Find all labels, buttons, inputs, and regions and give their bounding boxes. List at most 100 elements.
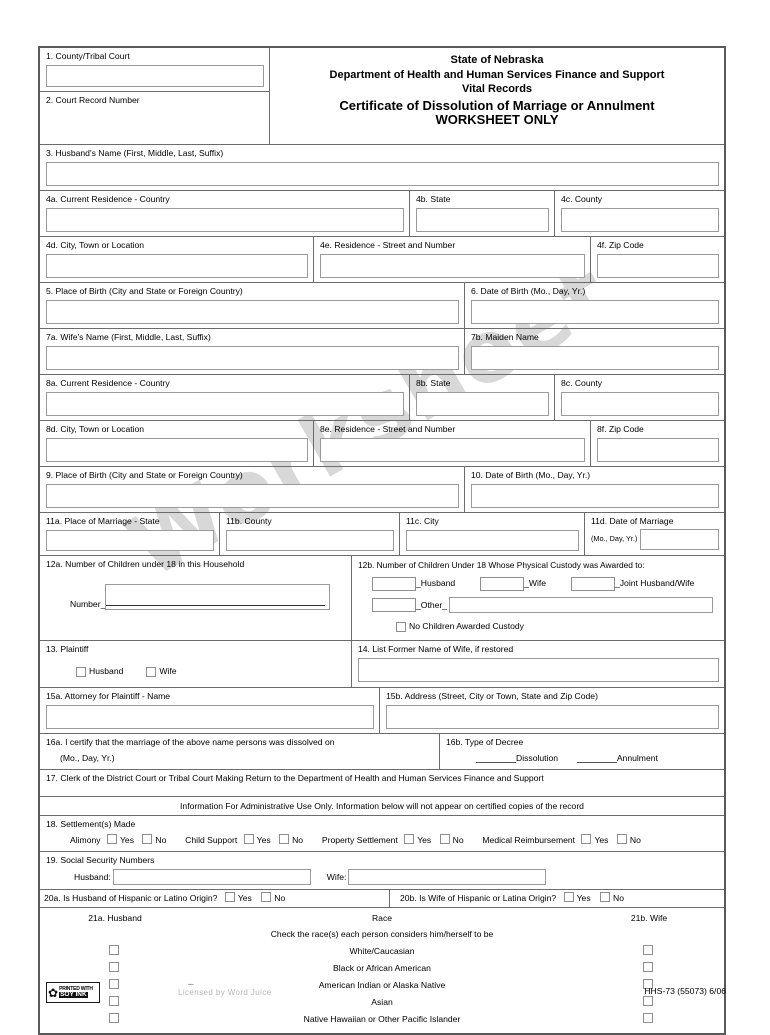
county-tribal-court-input[interactable] [46,65,264,87]
ssn-wife-input[interactable] [348,869,547,886]
husband-residence-country-input[interactable] [46,208,404,232]
field-8f-zip[interactable]: 8f. Zip Code [591,421,724,466]
field-4c-county[interactable]: 4c. County [555,191,724,236]
field-6-date-of-birth[interactable]: 6. Date of Birth (Mo., Day, Yr.) [465,283,724,328]
property-yes-checkbox[interactable] [404,834,415,844]
row-wife-name: 7a. Wife's Name (First, Middle, Last, Su… [40,329,724,375]
plaintiff-wife-label: Wife [159,666,177,677]
attorney-address-input[interactable] [386,705,719,729]
custody-none-row[interactable]: No Children Awarded Custody [396,618,719,636]
husband-hispanic-no-checkbox[interactable] [261,892,272,903]
field-label: 15a. Attorney for Plaintiff - Name [46,691,171,701]
former-name-input[interactable] [358,658,719,682]
field-7a-wife-name[interactable]: 7a. Wife's Name (First, Middle, Last, Su… [40,329,465,374]
wife-birthplace-input[interactable] [46,484,459,508]
field-18-settlements: 18. Settlement(s) Made Alimony Yes No Ch… [40,816,724,851]
field-4a-current-residence-country[interactable]: 4a. Current Residence - Country [40,191,410,236]
field-7b-maiden-name[interactable]: 7b. Maiden Name [465,329,724,374]
field-11b-county[interactable]: 11b. County [220,513,400,555]
row-hispanic-origin: 20a. Is Husband of Hispanic or Latino Or… [40,890,724,909]
field-5-place-of-birth[interactable]: 5. Place of Birth (City and State or For… [40,283,465,328]
marriage-city-input[interactable] [406,530,579,551]
field-county-tribal-court[interactable]: 1. County/Tribal Court [40,48,269,92]
field-label: 18. Settlement(s) Made [46,819,136,829]
field-11c-city[interactable]: 11c. City [400,513,585,555]
alimony-no-checkbox[interactable] [142,834,153,844]
custody-other-text-input[interactable] [449,597,713,613]
custody-joint-input[interactable] [570,577,615,591]
attorney-name-input[interactable] [46,705,374,729]
wife-state-input[interactable] [416,392,549,416]
field-15b-attorney-address[interactable]: 15b. Address (Street, City or Town, Stat… [380,688,724,733]
husband-name-input[interactable] [46,162,719,186]
no-children-awarded-checkbox[interactable] [396,622,406,632]
child-support-yes-checkbox[interactable] [243,834,254,844]
wife-hispanic-yes-checkbox[interactable] [563,892,574,903]
annulment-blank[interactable] [576,753,617,763]
alimony-yes-checkbox[interactable] [106,834,117,844]
custody-other-count-input[interactable] [372,598,416,612]
race-husband-checkbox-1[interactable] [108,962,119,973]
wife-hispanic-no-checkbox[interactable] [600,892,611,903]
marriage-state-input[interactable] [46,530,214,551]
husband-hispanic-yes-checkbox[interactable] [224,892,235,903]
children-count-input[interactable] [105,584,330,610]
marriage-county-input[interactable] [226,530,394,551]
husband-birthplace-input[interactable] [46,300,459,324]
field-4d-city-town[interactable]: 4d. City, Town or Location [40,237,314,282]
field-label: 8c. County [561,378,603,388]
wife-city-input[interactable] [46,438,308,462]
child-support-no-checkbox[interactable] [279,834,290,844]
property-no-checkbox[interactable] [439,834,450,844]
plaintiff-husband-checkbox[interactable] [76,667,86,677]
field-4f-zip[interactable]: 4f. Zip Code [591,237,724,282]
row-husband-birth: 5. Place of Birth (City and State or For… [40,283,724,329]
field-court-record-number[interactable]: 2. Court Record Number [40,92,269,144]
field-8a-current-residence-country[interactable]: 8a. Current Residence - Country [40,375,410,420]
husband-county-input[interactable] [561,208,719,232]
race-wife-checkbox-0[interactable] [642,945,653,956]
field-8d-city-town[interactable]: 8d. City, Town or Location [40,421,314,466]
field-8b-state[interactable]: 8b. State [410,375,555,420]
field-11d-date-of-marriage[interactable]: 11d. Date of Marriage (Mo., Day, Yr.) [585,513,724,555]
race-wife-checkbox-1[interactable] [642,962,653,973]
wife-dob-input[interactable] [471,484,719,508]
custody-wife-input[interactable] [480,577,525,591]
husband-state-input[interactable] [416,208,549,232]
field-8c-county[interactable]: 8c. County [555,375,724,420]
field-label: 4c. County [561,194,603,204]
field-11a-place-of-marriage-state[interactable]: 11a. Place of Marriage - State [40,513,220,555]
ssn-husband-input[interactable] [112,869,311,886]
field-15a-attorney-name[interactable]: 15a. Attorney for Plaintiff - Name [40,688,380,733]
wife-county-input[interactable] [561,392,719,416]
race-husband-checkbox-0[interactable] [108,945,119,956]
field-14-former-name[interactable]: 14. List Former Name of Wife, if restore… [352,641,724,687]
row-certification: 16a. I certify that the marriage of the … [40,734,724,770]
wife-hispanic-yes-label: Yes [576,893,591,904]
husband-city-input[interactable] [46,254,308,278]
husband-zip-input[interactable] [597,254,719,278]
race-header-row: 21a. Husband Race 21b. Wife [40,910,724,926]
plaintiff-wife-checkbox[interactable] [146,667,157,677]
wife-zip-input[interactable] [597,438,719,462]
field-8e-street[interactable]: 8e. Residence - Street and Number [314,421,591,466]
wife-residence-country-input[interactable] [46,392,404,416]
wife-maiden-name-input[interactable] [471,346,719,370]
wife-hispanic-no-label: No [613,893,625,904]
medical-yes-checkbox[interactable] [581,834,592,844]
field-4e-street[interactable]: 4e. Residence - Street and Number [314,237,591,282]
husband-dob-input[interactable] [471,300,719,324]
field-9-place-of-birth[interactable]: 9. Place of Birth (City and State or For… [40,467,465,512]
field-17-clerk[interactable]: 17. Clerk of the District Court or Triba… [40,770,724,796]
field-10-date-of-birth[interactable]: 10. Date of Birth (Mo., Day, Yr.) [465,467,724,512]
medical-no-checkbox[interactable] [616,834,627,844]
field-4b-state[interactable]: 4b. State [410,191,555,236]
field-husband-name[interactable]: 3. Husband's Name (First, Middle, Last, … [40,145,724,190]
dissolution-blank[interactable] [476,753,516,763]
marriage-date-input[interactable] [640,529,719,550]
wife-name-input[interactable] [46,346,459,370]
wife-street-input[interactable] [320,438,585,462]
husband-street-input[interactable] [320,254,585,278]
field-label: 6. Date of Birth (Mo., Day, Yr.) [471,286,586,296]
custody-husband-input[interactable] [372,577,416,591]
